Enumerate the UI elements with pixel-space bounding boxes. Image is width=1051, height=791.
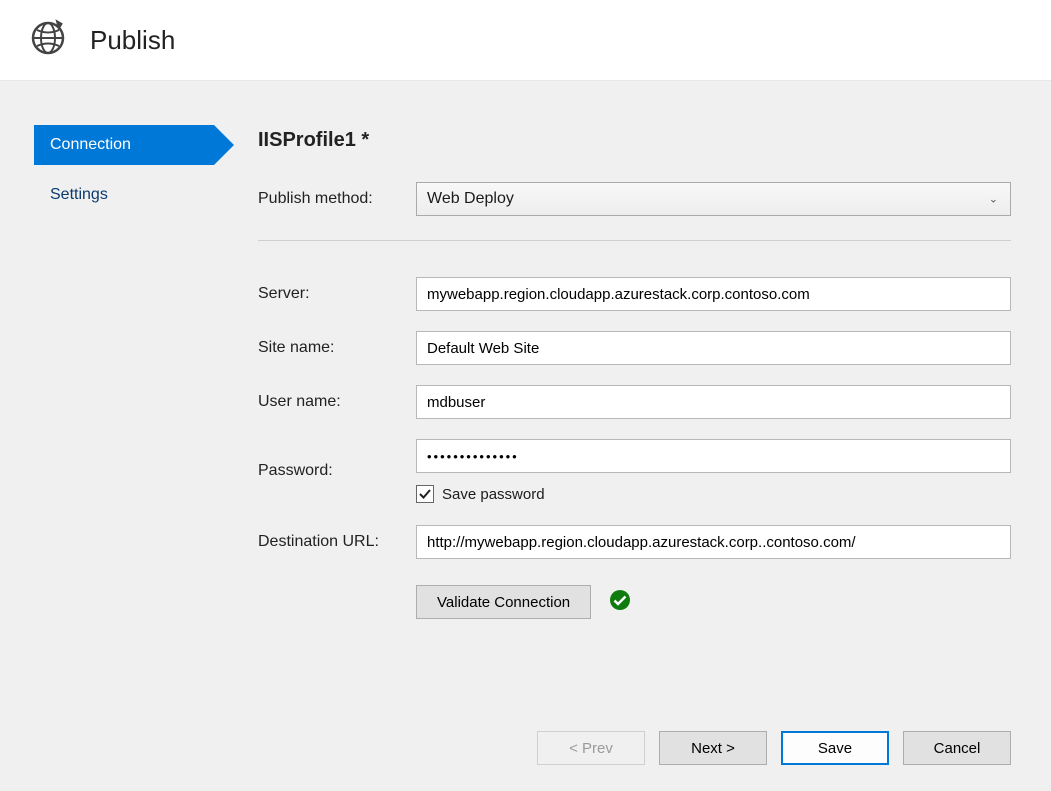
site-name-label: Site name: bbox=[258, 339, 416, 357]
save-password-row: Save password bbox=[416, 485, 1011, 503]
chevron-down-icon: ⌄ bbox=[989, 193, 998, 206]
separator bbox=[258, 240, 1011, 241]
sidebar-item-label: Settings bbox=[50, 186, 108, 203]
site-name-input[interactable] bbox=[416, 331, 1011, 365]
sidebar-item-label: Connection bbox=[50, 136, 131, 153]
page-title: Publish bbox=[90, 25, 175, 56]
footer-buttons: < Prev Next > Save Cancel bbox=[537, 731, 1011, 765]
user-name-input[interactable] bbox=[416, 385, 1011, 419]
password-row: Password: Save password bbox=[258, 439, 1011, 503]
header: Publish bbox=[0, 0, 1051, 80]
publish-method-label: Publish method: bbox=[258, 190, 416, 208]
save-button[interactable]: Save bbox=[781, 731, 889, 765]
destination-url-row: Destination URL: bbox=[258, 525, 1011, 559]
profile-title: IISProfile1 * bbox=[258, 129, 1011, 152]
server-row: Server: bbox=[258, 277, 1011, 311]
validate-connection-button[interactable]: Validate Connection bbox=[416, 585, 591, 619]
publish-method-row: Publish method: Web Deploy ⌄ bbox=[258, 182, 1011, 216]
publish-globe-icon bbox=[28, 18, 68, 62]
server-input[interactable] bbox=[416, 277, 1011, 311]
sidebar-item-connection[interactable]: Connection bbox=[34, 125, 214, 165]
cancel-button[interactable]: Cancel bbox=[903, 731, 1011, 765]
save-password-label: Save password bbox=[442, 486, 545, 503]
validate-row: Validate Connection bbox=[258, 579, 1011, 619]
password-input[interactable] bbox=[416, 439, 1011, 473]
destination-url-label: Destination URL: bbox=[258, 533, 416, 551]
save-password-checkbox[interactable] bbox=[416, 485, 434, 503]
destination-url-input[interactable] bbox=[416, 525, 1011, 559]
body-area: Connection Settings IISProfile1 * Publis… bbox=[0, 80, 1051, 791]
server-label: Server: bbox=[258, 285, 416, 303]
validation-success-icon bbox=[609, 589, 631, 615]
publish-method-value: Web Deploy bbox=[427, 190, 514, 208]
sidebar: Connection Settings bbox=[0, 125, 238, 791]
publish-method-select[interactable]: Web Deploy ⌄ bbox=[416, 182, 1011, 216]
main-panel: IISProfile1 * Publish method: Web Deploy… bbox=[238, 125, 1051, 791]
site-name-row: Site name: bbox=[258, 331, 1011, 365]
sidebar-item-settings[interactable]: Settings bbox=[34, 175, 238, 215]
prev-button[interactable]: < Prev bbox=[537, 731, 645, 765]
user-name-label: User name: bbox=[258, 393, 416, 411]
user-name-row: User name: bbox=[258, 385, 1011, 419]
password-label: Password: bbox=[258, 462, 416, 480]
next-button[interactable]: Next > bbox=[659, 731, 767, 765]
